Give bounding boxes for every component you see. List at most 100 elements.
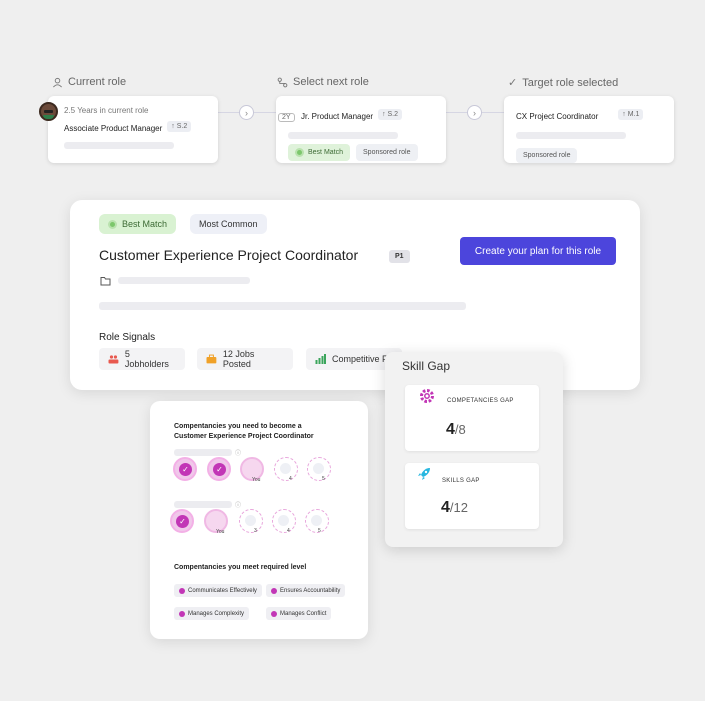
marker-label: You bbox=[252, 477, 261, 483]
rocket-icon bbox=[418, 468, 430, 480]
placeholder-line bbox=[174, 449, 232, 456]
best-match-icon bbox=[108, 219, 117, 229]
info-icon[interactable]: ⓘ bbox=[235, 500, 241, 509]
placeholder-line bbox=[288, 132, 398, 139]
years-chip: 2Y bbox=[278, 113, 295, 122]
info-icon[interactable]: ⓘ bbox=[235, 448, 241, 457]
person-icon bbox=[53, 77, 62, 87]
placeholder-line bbox=[64, 142, 174, 149]
marker-label: 5 bbox=[322, 476, 325, 482]
check-icon bbox=[179, 587, 185, 594]
gap-total: /8 bbox=[454, 422, 466, 437]
step-next-text: Select next role bbox=[293, 76, 369, 88]
competency-title: Compentancies you need to become a Custo… bbox=[174, 423, 314, 440]
chevron-right-icon[interactable]: › bbox=[467, 105, 482, 120]
gap-count: 4 bbox=[446, 421, 455, 438]
competency-target-marker: 4 bbox=[274, 457, 298, 482]
signal-competitive-text: Competitive F bbox=[332, 354, 388, 364]
best-match-badge: Best Match bbox=[99, 214, 177, 234]
gap-total: /12 bbox=[449, 500, 468, 515]
step-current-text: Current role bbox=[68, 76, 127, 88]
route-icon bbox=[277, 77, 288, 87]
best-match-badge: Best Match bbox=[288, 144, 351, 161]
bar-chart-icon bbox=[315, 354, 326, 364]
level-badge: ↑ M.1 bbox=[618, 109, 644, 121]
step-target-label: ✓ Target role selected bbox=[508, 76, 619, 90]
marker-label: You bbox=[216, 529, 225, 535]
competency-tag: Manages Complexity bbox=[174, 607, 250, 620]
level-badge: ↑ S.2 bbox=[378, 109, 403, 121]
placeholder-line bbox=[174, 501, 232, 508]
check-icon bbox=[271, 587, 277, 594]
marker-label: 5 bbox=[318, 528, 321, 534]
signal-jobholders-text: 5 Jobholders bbox=[124, 349, 169, 369]
signal-jobs-posted: 12 Jobs Posted bbox=[197, 348, 293, 370]
competencies-gap-label: COMPETANCIES GAP bbox=[447, 398, 514, 404]
avatar bbox=[39, 102, 58, 121]
marker-label: 4 bbox=[287, 528, 290, 534]
competency-achieved-marker: ✓ bbox=[207, 457, 231, 481]
skill-gap-panel: Skill Gap COMPETANCIES GAP 4/8 SKILLS GA… bbox=[385, 352, 563, 547]
best-match-text: Best Match bbox=[308, 149, 344, 156]
competency-current-marker: You bbox=[240, 457, 264, 483]
next-role-card[interactable]: 2Y Jr. Product Manager ↑ S.2 Best Match S… bbox=[276, 96, 446, 163]
target-role-title: CX Project Coordinator bbox=[516, 112, 599, 121]
competencies-gap-value: 4/8 bbox=[446, 421, 466, 439]
sponsored-badge: Sponsored role bbox=[516, 148, 578, 163]
level-badge: ↑ S.2 bbox=[167, 121, 192, 133]
signal-jobholders: 5 Jobholders bbox=[99, 348, 185, 370]
competency-target-marker: 3 bbox=[239, 509, 263, 534]
current-role-card[interactable]: 2.5 Years in current role Associate Prod… bbox=[39, 96, 218, 163]
best-match-icon bbox=[295, 148, 304, 157]
next-role-title: Jr. Product Manager bbox=[301, 112, 374, 121]
competency-tag: Ensures Accountability bbox=[266, 584, 346, 597]
placeholder-line bbox=[516, 132, 626, 139]
marker-label: 3 bbox=[254, 528, 257, 534]
competency-tag: Communicates Effectively bbox=[174, 584, 262, 597]
check-icon bbox=[271, 610, 277, 617]
placeholder-line bbox=[99, 302, 466, 310]
current-role-title: Associate Product Manager bbox=[64, 124, 163, 133]
skills-gap-label: SKILLS GAP bbox=[442, 478, 480, 484]
gear-icon bbox=[420, 389, 434, 403]
target-role-card[interactable]: CX Project Coordinator ↑ M.1 Sponsored ro… bbox=[504, 96, 674, 163]
competency-current-marker: You bbox=[204, 509, 228, 535]
competency-tag-text: Manages Conflict bbox=[280, 610, 327, 617]
priority-badge: P1 bbox=[389, 250, 410, 263]
gap-count: 4 bbox=[441, 499, 450, 516]
competency-tag-text: Ensures Accountability bbox=[280, 587, 341, 594]
met-title: Compentancies you meet required level bbox=[174, 564, 307, 571]
briefcase-icon bbox=[206, 354, 217, 364]
competency-target-marker: 4 bbox=[272, 509, 296, 534]
step-target-text: Target role selected bbox=[522, 76, 619, 89]
check-icon: ✓ bbox=[508, 77, 518, 89]
check-icon: ✓ bbox=[213, 463, 226, 476]
competency-target-marker: 5 bbox=[307, 457, 331, 482]
best-match-text: Best Match bbox=[122, 219, 168, 229]
create-plan-button[interactable]: Create your plan for this role bbox=[460, 237, 616, 265]
competencies-gap-card: COMPETANCIES GAP 4/8 bbox=[405, 385, 539, 451]
step-current-label: Current role bbox=[52, 76, 126, 88]
check-icon: ✓ bbox=[179, 463, 192, 476]
check-icon: ✓ bbox=[176, 515, 189, 528]
skill-gap-title: Skill Gap bbox=[402, 359, 451, 373]
role-title: Customer Experience Project Coordinator bbox=[99, 247, 359, 263]
check-icon bbox=[179, 610, 185, 617]
competency-target-marker: 5 bbox=[305, 509, 329, 534]
competency-tag-text: Communicates Effectively bbox=[188, 587, 257, 594]
current-role-years: 2.5 Years in current role bbox=[64, 106, 149, 115]
skills-gap-value: 4/12 bbox=[441, 499, 468, 517]
competency-card: Compentancies you need to become a Custo… bbox=[150, 401, 368, 639]
most-common-badge: Most Common bbox=[190, 214, 267, 234]
chevron-right-icon[interactable]: › bbox=[239, 105, 254, 120]
step-next-label: Select next role bbox=[277, 76, 369, 88]
role-signals-title: Role Signals bbox=[99, 332, 156, 343]
competency-achieved-marker: ✓ bbox=[173, 457, 197, 481]
competency-tag: Manages Conflict bbox=[266, 607, 332, 620]
signal-jobs-posted-text: 12 Jobs Posted bbox=[222, 349, 255, 369]
competency-achieved-marker: ✓ bbox=[170, 509, 194, 533]
placeholder-line bbox=[118, 277, 250, 284]
competency-tag-text: Manages Complexity bbox=[188, 610, 245, 617]
sponsored-badge: Sponsored role bbox=[356, 144, 418, 161]
people-icon bbox=[108, 355, 119, 364]
